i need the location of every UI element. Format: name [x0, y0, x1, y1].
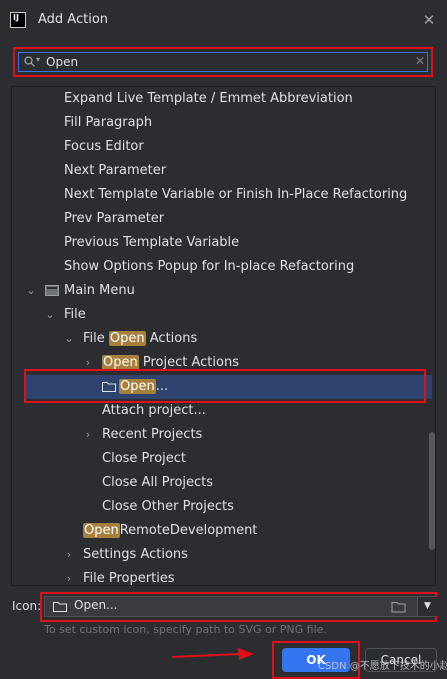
tree-row-label: Previous Template Variable: [64, 235, 240, 250]
icon-path-value: Open...: [74, 598, 118, 612]
tree-row-label: Close Project: [102, 451, 187, 466]
tree-scrollbar[interactable]: [429, 432, 435, 550]
tree-row-file-properties[interactable]: › File Properties: [12, 567, 432, 586]
folder-icon: [53, 602, 67, 612]
chevron-right-icon[interactable]: ›: [64, 567, 74, 585]
tree-row-label: File Open Actions: [83, 331, 198, 346]
tree-row-label: Close All Projects: [102, 475, 214, 490]
tree-row[interactable]: Fill Paragraph: [12, 111, 432, 135]
tree-row-recent-projects[interactable]: › Recent Projects: [12, 423, 432, 447]
browse-folder-icon[interactable]: [390, 598, 407, 615]
tree-row-label: Next Parameter: [64, 163, 167, 178]
tree-row-file[interactable]: ⌄ File: [12, 303, 432, 327]
tree-row[interactable]: Next Template Variable or Finish In-Plac…: [12, 183, 432, 207]
main-menu-icon: [45, 285, 59, 296]
tree-row[interactable]: Expand Live Template / Emmet Abbreviatio…: [12, 87, 432, 111]
tree-row-label: File Properties: [83, 571, 175, 586]
search-input[interactable]: ▾ Open ✕: [18, 52, 428, 72]
match-highlight: Open: [108, 331, 146, 346]
tree-row-main-menu[interactable]: ⌄ Main Menu: [12, 279, 432, 303]
close-icon[interactable]: ✕: [420, 11, 438, 29]
search-annotation-box: ▾ Open ✕: [13, 47, 433, 77]
tree-row-label: Next Template Variable or Finish In-Plac…: [64, 187, 408, 202]
tree-row[interactable]: Show Options Popup for In-place Refactor…: [12, 255, 432, 279]
tree-row-label: Expand Live Template / Emmet Abbreviatio…: [64, 91, 353, 106]
tree-row-label: Fill Paragraph: [64, 115, 153, 130]
icon-label: Icon:: [12, 599, 42, 613]
match-highlight: Open: [102, 355, 139, 370]
chevron-down-icon[interactable]: ⌄: [26, 279, 36, 303]
annotation-arrow: [171, 648, 254, 660]
tree-row-settings-actions[interactable]: › Settings Actions: [12, 543, 432, 567]
chevron-down-icon[interactable]: ⌄: [64, 327, 74, 351]
search-value: Open: [46, 55, 79, 69]
tree-row[interactable]: Next Parameter: [12, 159, 432, 183]
tree-row-label: Focus Editor: [64, 139, 144, 154]
tree-row-label: Main Menu: [64, 283, 135, 298]
tree-row-file-open-actions[interactable]: ⌄ File Open Actions: [12, 327, 432, 351]
tree-row-label: Settings Actions: [83, 547, 188, 562]
dialog-title: Add Action: [38, 12, 109, 27]
chevron-down-icon[interactable]: ▼: [417, 597, 437, 616]
clear-search-icon[interactable]: ✕: [415, 54, 425, 68]
icon-hint: To set custom icon, specify path to SVG …: [44, 623, 327, 636]
tree-row[interactable]: Close Other Projects: [12, 495, 432, 519]
intellij-app-icon: IJ: [10, 12, 26, 28]
watermark: CSDN @不愿放下技术的小赵: [318, 661, 447, 672]
tree-row-label: OpenRemoteDevelopment: [83, 523, 258, 538]
tree-row-label: File: [64, 307, 86, 322]
tree-row-label: Prev Parameter: [64, 211, 165, 226]
selection-annotation-box: [24, 369, 426, 403]
tree-row-label: Close Other Projects: [102, 499, 234, 514]
tree-row[interactable]: Focus Editor: [12, 135, 432, 159]
tree-row-open-remote-development[interactable]: OpenRemoteDevelopment: [12, 519, 432, 543]
search-options-chevron-icon[interactable]: ▾: [36, 55, 40, 64]
tree-row[interactable]: Prev Parameter: [12, 207, 432, 231]
icon-path-field[interactable]: Open... ▼: [44, 596, 437, 617]
match-highlight: Open: [83, 523, 120, 538]
search-icon: [24, 56, 35, 67]
tree-row[interactable]: Close Project: [12, 447, 432, 471]
tree-row-label: Recent Projects: [102, 427, 203, 442]
chevron-down-icon[interactable]: ⌄: [45, 303, 55, 327]
chevron-right-icon[interactable]: ›: [83, 423, 93, 447]
tree-row[interactable]: Previous Template Variable: [12, 231, 432, 255]
action-tree[interactable]: Expand Live Template / Emmet Abbreviatio…: [11, 86, 436, 586]
tree-row[interactable]: Close All Projects: [12, 471, 432, 495]
chevron-right-icon[interactable]: ›: [64, 543, 74, 567]
tree-row-label: Show Options Popup for In-place Refactor…: [64, 259, 355, 274]
title-bar: IJ Add Action ✕: [0, 0, 447, 40]
